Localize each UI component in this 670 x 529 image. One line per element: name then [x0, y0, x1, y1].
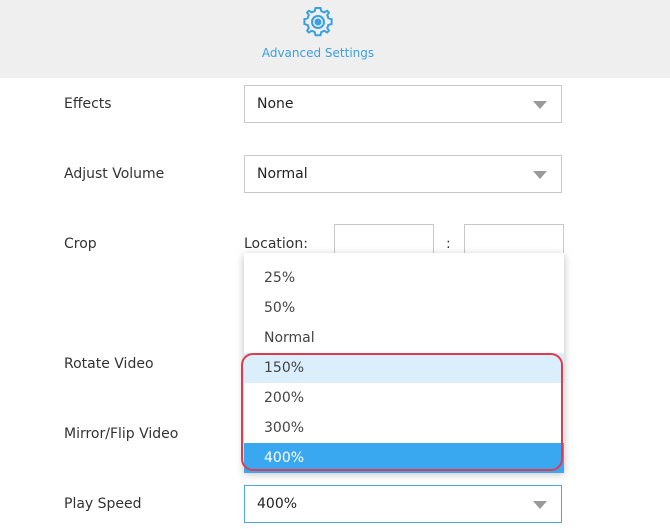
speed-option-400[interactable]: 400% [244, 443, 564, 473]
speed-option-50[interactable]: 50% [244, 293, 564, 323]
mirror-flip-label: Mirror/Flip Video [64, 426, 179, 442]
play-speed-select[interactable]: 400% [244, 485, 562, 523]
gear-icon [303, 7, 333, 37]
settings-header: Advanced Settings [0, 0, 670, 78]
speed-option-200[interactable]: 200% [244, 383, 564, 413]
adjust-volume-label: Adjust Volume [64, 166, 165, 182]
effects-select[interactable]: None [244, 85, 562, 123]
effects-value: None [257, 96, 294, 112]
effects-label: Effects [64, 96, 112, 112]
crop-label: Crop [64, 236, 97, 252]
speed-option-normal[interactable]: Normal [244, 323, 564, 353]
play-speed-dropdown[interactable]: 25% 50% Normal 150% 200% 300% 400% [244, 253, 564, 473]
speed-option-25[interactable]: 25% [244, 263, 564, 293]
crop-separator: : [446, 236, 451, 252]
rotate-video-label: Rotate Video [64, 356, 154, 372]
chevron-down-icon [533, 101, 547, 109]
adjust-volume-value: Normal [257, 166, 308, 182]
play-speed-label: Play Speed [64, 496, 142, 512]
page-title: Advanced Settings [261, 46, 375, 60]
crop-location-label: Location: [244, 236, 308, 252]
speed-option-150[interactable]: 150% [244, 353, 564, 383]
speed-option-300[interactable]: 300% [244, 413, 564, 443]
chevron-down-icon [533, 501, 547, 509]
adjust-volume-select[interactable]: Normal [244, 155, 562, 193]
chevron-down-icon [533, 171, 547, 179]
play-speed-value: 400% [257, 496, 298, 512]
